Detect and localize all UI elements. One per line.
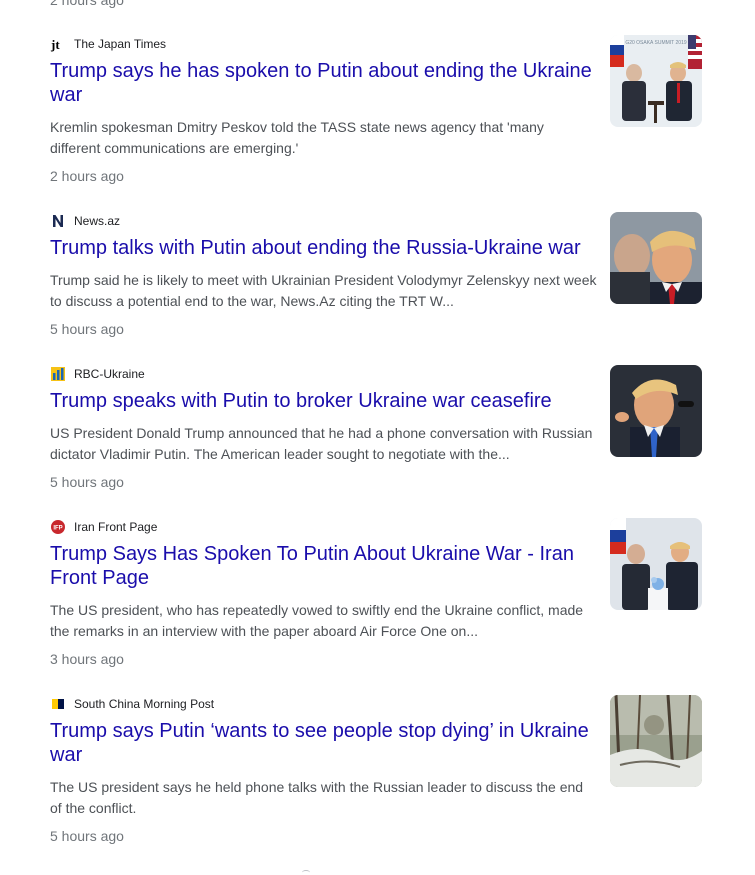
article-time: 2 hours ago — [50, 168, 124, 184]
article-source[interactable]: RBC-Ukraine — [50, 365, 145, 383]
article-headline[interactable]: Trump says Putin ‘wants to see people st… — [50, 719, 598, 767]
svg-text:jt: jt — [50, 37, 60, 52]
source-name: News.az — [74, 214, 121, 228]
source-name: Iran Front Page — [74, 520, 158, 534]
article-headline[interactable]: Trump Says Has Spoken To Putin About Ukr… — [50, 542, 598, 590]
source-name: RBC-Ukraine — [74, 367, 145, 381]
article-snippet: Trump said he is likely to meet with Ukr… — [50, 272, 597, 309]
news-article: RBC-Ukraine Trump speaks with Putin to b… — [0, 365, 755, 505]
trump-speaking-thumbnail[interactable] — [610, 365, 702, 457]
article-source[interactable]: jt The Japan Times — [50, 35, 166, 53]
newsaz-logo-icon — [50, 213, 66, 229]
article-headline[interactable]: Trump talks with Putin about ending the … — [50, 236, 598, 260]
putin-trump-summit-thumbnail[interactable]: G20 OSAKA SUMMIT 2019 — [610, 35, 702, 127]
news-article: South China Morning Post Trump says Puti… — [0, 695, 755, 855]
ifp-logo-icon: IFP — [50, 519, 66, 535]
article-time: 5 hours ago — [50, 828, 124, 844]
article-snippet: The US president says he held phone talk… — [50, 779, 584, 816]
source-name: The Japan Times — [74, 37, 167, 51]
svg-text:IFP: IFP — [53, 526, 62, 532]
previous-article-time: 2 hours ago — [50, 0, 124, 8]
news-article: jt The Japan Times Trump says he has spo… — [0, 35, 755, 195]
source-name: South China Morning Post — [74, 697, 215, 711]
news-feed: 2 hours ago jt The Japan Times Trump say… — [0, 0, 755, 875]
article-source[interactable]: News.az — [50, 212, 120, 230]
news-article: News.az Trump talks with Putin about end… — [0, 212, 755, 352]
article-snippet: Kremlin spokesman Dmitry Peskov told the… — [50, 119, 544, 156]
snowy-forest-thumbnail[interactable] — [610, 695, 702, 787]
article-headline[interactable]: Trump speaks with Putin to broker Ukrain… — [50, 389, 598, 413]
scmp-logo-icon — [50, 696, 66, 712]
article-source[interactable]: South China Morning Post — [50, 695, 214, 713]
article-time: 5 hours ago — [50, 474, 124, 490]
jt-logo-icon: jt — [50, 36, 66, 52]
article-time: 5 hours ago — [50, 321, 124, 337]
article-source[interactable]: IFP Iran Front Page — [50, 518, 157, 536]
putin-trump-meeting-thumbnail[interactable] — [610, 518, 702, 610]
news-article: IFP Iran Front Page Trump Says Has Spoke… — [0, 518, 755, 678]
putin-trump-closeup-thumbnail[interactable] — [610, 212, 702, 304]
thumb-caption: G20 OSAKA SUMMIT 2019 — [625, 40, 687, 46]
article-snippet: US President Donald Trump announced that… — [50, 425, 593, 462]
loading-indicator — [302, 870, 310, 875]
article-snippet: The US president, who has repeatedly vow… — [50, 602, 584, 639]
rbc-ukraine-logo-icon — [50, 366, 66, 382]
article-time: 3 hours ago — [50, 651, 124, 667]
article-headline[interactable]: Trump says he has spoken to Putin about … — [50, 59, 598, 107]
